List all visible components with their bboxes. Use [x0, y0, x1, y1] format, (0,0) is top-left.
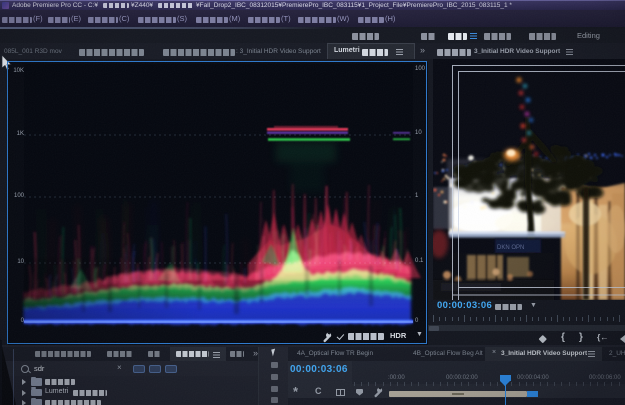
svg-text:DKN OPN: DKN OPN — [497, 245, 524, 251]
